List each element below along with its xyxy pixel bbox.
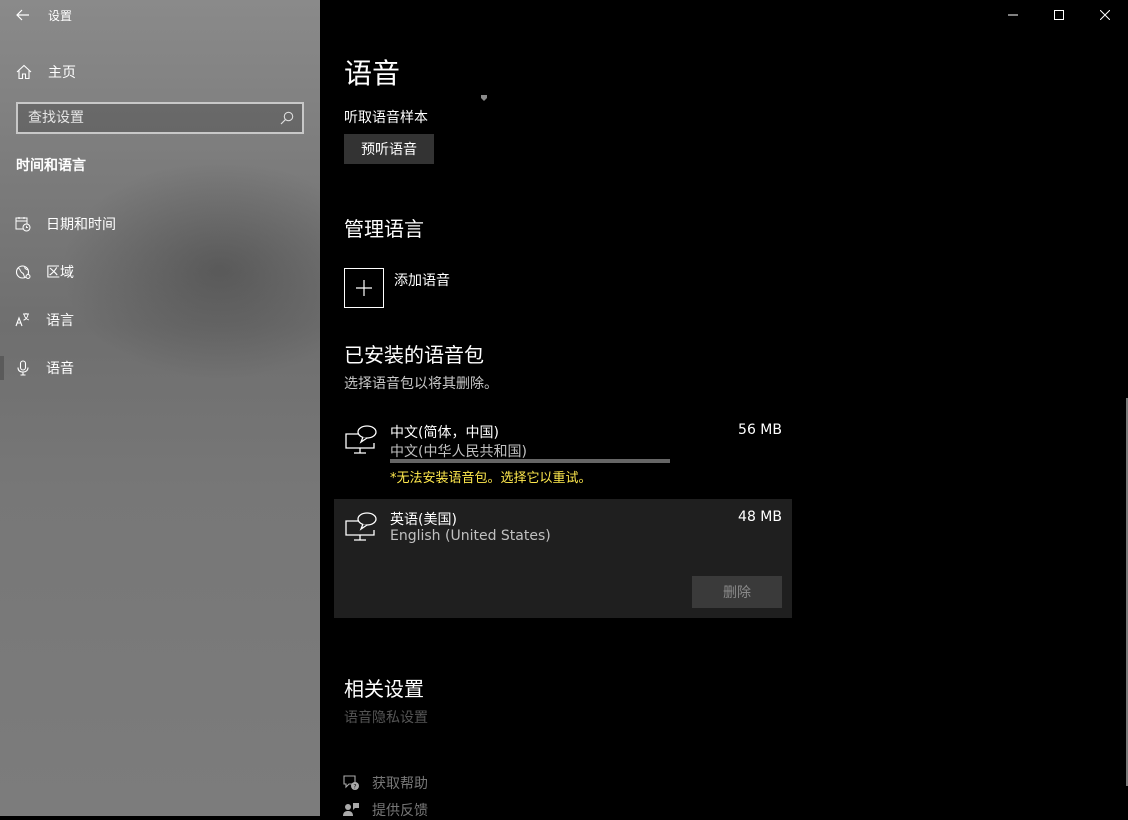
voice-pack-subtitle: English (United States)	[390, 528, 551, 544]
voice-pack-size: 56 MB	[738, 422, 782, 438]
maximize-button[interactable]	[1036, 0, 1082, 30]
sidebar-item-label: 语言	[46, 313, 74, 329]
main-content: 语音 听取语音样本 预听语音 管理语言 添加语音 已安装的语音包 选择语音包以将…	[320, 0, 1128, 819]
sidebar-item-language[interactable]: 语言	[0, 300, 320, 340]
sample-label: 听取语音样本	[344, 110, 428, 126]
download-progress-bar	[390, 459, 670, 463]
window-controls	[990, 0, 1128, 30]
sidebar-item-label: 日期和时间	[46, 217, 116, 233]
sidebar-item-label: 语音	[46, 361, 74, 377]
page-title: 语音	[344, 57, 401, 90]
speech-privacy-link[interactable]: 语音隐私设置	[344, 707, 428, 727]
search-input[interactable]	[18, 109, 272, 127]
close-icon	[1100, 10, 1110, 20]
minimize-icon	[1008, 14, 1018, 16]
calendar-clock-icon	[0, 208, 46, 240]
add-language-label: 添加语音	[394, 273, 450, 289]
feedback-icon	[343, 803, 359, 816]
sidebar-item-label: 主页	[48, 65, 76, 81]
installed-packs-heading: 已安装的语音包	[344, 343, 484, 367]
speech-monitor-icon	[345, 512, 377, 541]
sidebar-item-region[interactable]: 区域	[0, 252, 320, 292]
globe-icon	[0, 256, 46, 288]
plus-icon	[344, 268, 384, 308]
back-button[interactable]	[0, 0, 46, 30]
sidebar: 设置 主页 时间和语言 日期和时间	[0, 0, 320, 816]
voice-pack-subtitle: 中文(中华人民共和国)	[390, 444, 527, 460]
voice-pack-size: 48 MB	[738, 509, 782, 525]
home-icon	[0, 56, 48, 88]
close-button[interactable]	[1082, 0, 1128, 30]
help-chat-icon: ?	[343, 775, 359, 791]
sidebar-item-speech[interactable]: 语音	[0, 348, 320, 388]
voice-pack-item[interactable]: 中文(简体，中国) 中文(中华人民共和国) 56 MB *无法安装语音包。选择它…	[334, 412, 792, 492]
title-bar: 设置	[0, 0, 320, 30]
voice-pack-item[interactable]: 英语(美国) English (United States) 48 MB 删除	[334, 499, 792, 618]
installed-packs-hint: 选择语音包以将其删除。	[344, 376, 498, 392]
add-language-button[interactable]: 添加语音	[344, 268, 450, 308]
search-box[interactable]	[16, 102, 304, 134]
voice-pack-name: 中文(简体，中国)	[390, 425, 499, 441]
back-arrow-icon	[16, 9, 29, 21]
speech-monitor-icon	[345, 425, 377, 454]
minimize-button[interactable]	[990, 0, 1036, 30]
remove-pack-button[interactable]: 删除	[692, 576, 782, 608]
get-help-link[interactable]: ? 获取帮助	[342, 773, 428, 793]
search-icon[interactable]	[272, 104, 302, 132]
voice-pack-error: *无法安装语音包。选择它以重试。	[390, 471, 592, 486]
microphone-icon	[0, 352, 46, 384]
app-title: 设置	[48, 8, 73, 23]
give-feedback-link[interactable]: 提供反馈	[342, 800, 428, 820]
sidebar-section-title: 时间和语言	[16, 158, 86, 174]
get-help-label: 获取帮助	[372, 776, 428, 792]
download-progress-fill	[390, 459, 670, 463]
svg-text:?: ?	[353, 784, 356, 791]
language-icon	[0, 304, 46, 336]
related-settings-heading: 相关设置	[344, 677, 424, 701]
sidebar-item-home[interactable]: 主页	[0, 56, 320, 88]
preview-voice-button[interactable]: 预听语音	[344, 134, 434, 164]
sidebar-item-label: 区域	[46, 265, 74, 281]
maximize-icon	[1054, 10, 1064, 20]
manage-languages-heading: 管理语言	[344, 217, 424, 241]
sidebar-item-date-time[interactable]: 日期和时间	[0, 204, 320, 244]
slider-thumb-icon[interactable]	[480, 94, 488, 102]
voice-pack-name: 英语(美国)	[390, 512, 457, 528]
give-feedback-label: 提供反馈	[372, 803, 428, 819]
